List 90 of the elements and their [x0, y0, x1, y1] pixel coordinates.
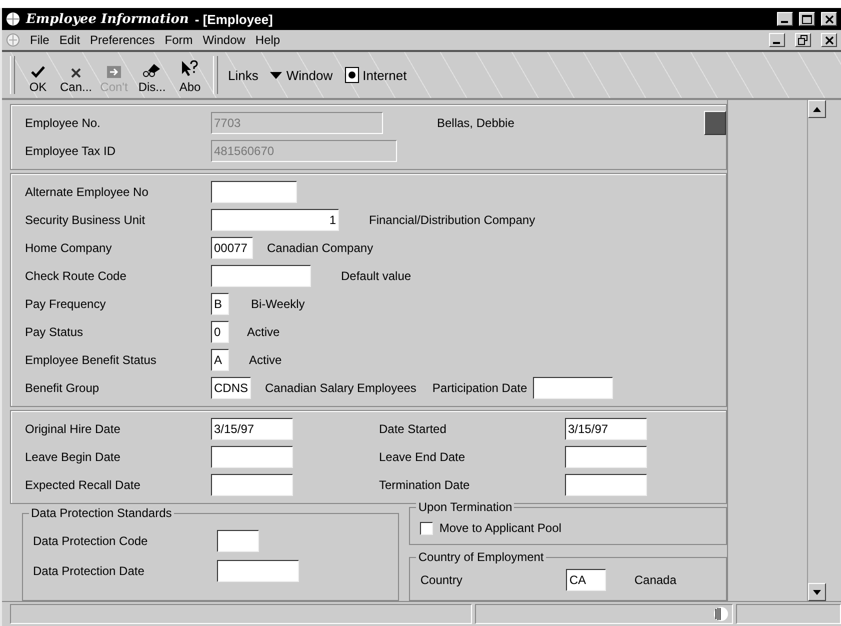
arrow-icon [107, 66, 121, 78]
input-field[interactable]: 3/15/97 [211, 418, 293, 440]
input-field[interactable]: CDNS [211, 377, 251, 399]
input-field[interactable] [217, 560, 299, 582]
field-label: Alternate Employee No [25, 185, 150, 199]
input-field[interactable] [533, 377, 614, 399]
toolbar-link[interactable]: Links [224, 54, 262, 96]
input-field[interactable]: 0 [211, 321, 229, 343]
input-field[interactable] [211, 446, 293, 468]
toolbar-button[interactable]: Can... [59, 54, 93, 96]
menu-item[interactable]: Preferences [90, 33, 155, 47]
close-icon [824, 36, 834, 44]
field-description: Canada [634, 573, 676, 587]
app-icon [6, 12, 20, 26]
input-field[interactable]: A [211, 349, 229, 371]
input-field[interactable] [565, 446, 647, 468]
menu-item[interactable]: Help [255, 33, 280, 47]
check-icon [31, 66, 45, 78]
field-description: Financial/Distribution Company [369, 213, 536, 227]
field-label: Employee Tax ID [25, 144, 116, 158]
field-label: Expected Recall Date [25, 478, 142, 492]
menu-item[interactable]: Edit [59, 33, 80, 47]
menu-item[interactable]: File [30, 33, 50, 47]
input-field[interactable] [211, 181, 297, 203]
field-label: Security Business Unit [25, 213, 146, 227]
field-label: Country [420, 573, 464, 587]
field-label: Participation Date [432, 381, 528, 395]
toolbar-link[interactable]: Window [266, 54, 337, 96]
scroll-down-icon[interactable] [813, 590, 821, 594]
field-description: Active [249, 353, 282, 367]
minimize-button[interactable] [777, 12, 793, 26]
field-label: Termination Date [379, 478, 471, 492]
field-label: Home Company [25, 241, 113, 255]
group-title: Country of Employment [416, 550, 546, 564]
field-label: Check Route Code [25, 269, 128, 283]
input-field[interactable] [565, 474, 647, 496]
glasses-icon [142, 62, 162, 78]
scroll-up-icon[interactable] [813, 106, 821, 112]
field-label: Data Protection Code [33, 534, 149, 548]
menu-item[interactable]: Form [164, 33, 193, 47]
help-pointer-icon [181, 60, 199, 78]
scrollbar[interactable] [807, 100, 826, 601]
window-subtitle: - [Employee] [194, 12, 273, 26]
field-label: Original Hire Date [25, 422, 122, 436]
input-field[interactable] [217, 530, 259, 552]
input-field[interactable]: 3/15/97 [565, 418, 647, 440]
input-field[interactable]: B [211, 293, 229, 315]
input-field[interactable]: 1 [211, 209, 339, 231]
page-icon [344, 67, 359, 83]
menu-item[interactable]: Window [202, 33, 246, 47]
input-field[interactable] [211, 474, 293, 496]
field-label: Data Protection Date [33, 564, 146, 578]
field-description: Default value [341, 269, 412, 283]
group-title: Upon Termination [416, 500, 514, 514]
minimize-button[interactable] [769, 33, 785, 47]
maximize-button[interactable] [799, 12, 815, 26]
field-description: Canadian Company [267, 241, 374, 255]
field-label: Employee Benefit Status [25, 353, 158, 367]
field-label: Employee No. [25, 116, 102, 130]
toolbar-button[interactable]: OK [21, 54, 55, 96]
field-label: Leave Begin Date [25, 450, 122, 464]
close-button[interactable] [821, 12, 837, 26]
close-button[interactable] [821, 33, 837, 47]
restore-icon [798, 35, 808, 45]
field-label: Pay Status [25, 325, 84, 339]
dropdown-icon [270, 72, 282, 78]
toolbar-link[interactable]: Internet [340, 54, 411, 96]
field-description: Canadian Salary Employees [265, 381, 416, 395]
close-icon [71, 68, 81, 78]
window-title: Employee Information [26, 12, 189, 26]
toolbar-button[interactable]: Dis... [135, 54, 169, 96]
group-title: Data Protection Standards [29, 506, 174, 520]
field-label: Pay Frequency [25, 297, 107, 311]
globe-icon [714, 606, 728, 622]
field-label: Date Started [379, 422, 448, 436]
maximize-icon [802, 14, 812, 24]
close-icon [824, 14, 834, 24]
restore-button[interactable] [795, 33, 811, 47]
checkbox[interactable]: Move to Applicant Pool [420, 518, 716, 538]
field-description: Active [247, 325, 280, 339]
input-field[interactable]: CA [566, 569, 606, 591]
input-field[interactable] [211, 265, 311, 287]
document-icon [6, 33, 20, 47]
input-field[interactable]: 00077 [211, 237, 253, 259]
toolbar-button[interactable]: Abo [173, 54, 207, 96]
field-label: Leave End Date [379, 450, 466, 464]
field-description: Bi-Weekly [251, 297, 305, 311]
photo-button[interactable] [704, 111, 726, 135]
field-label: Benefit Group [25, 381, 100, 395]
employee-name: Bellas, Debbie [437, 116, 514, 130]
